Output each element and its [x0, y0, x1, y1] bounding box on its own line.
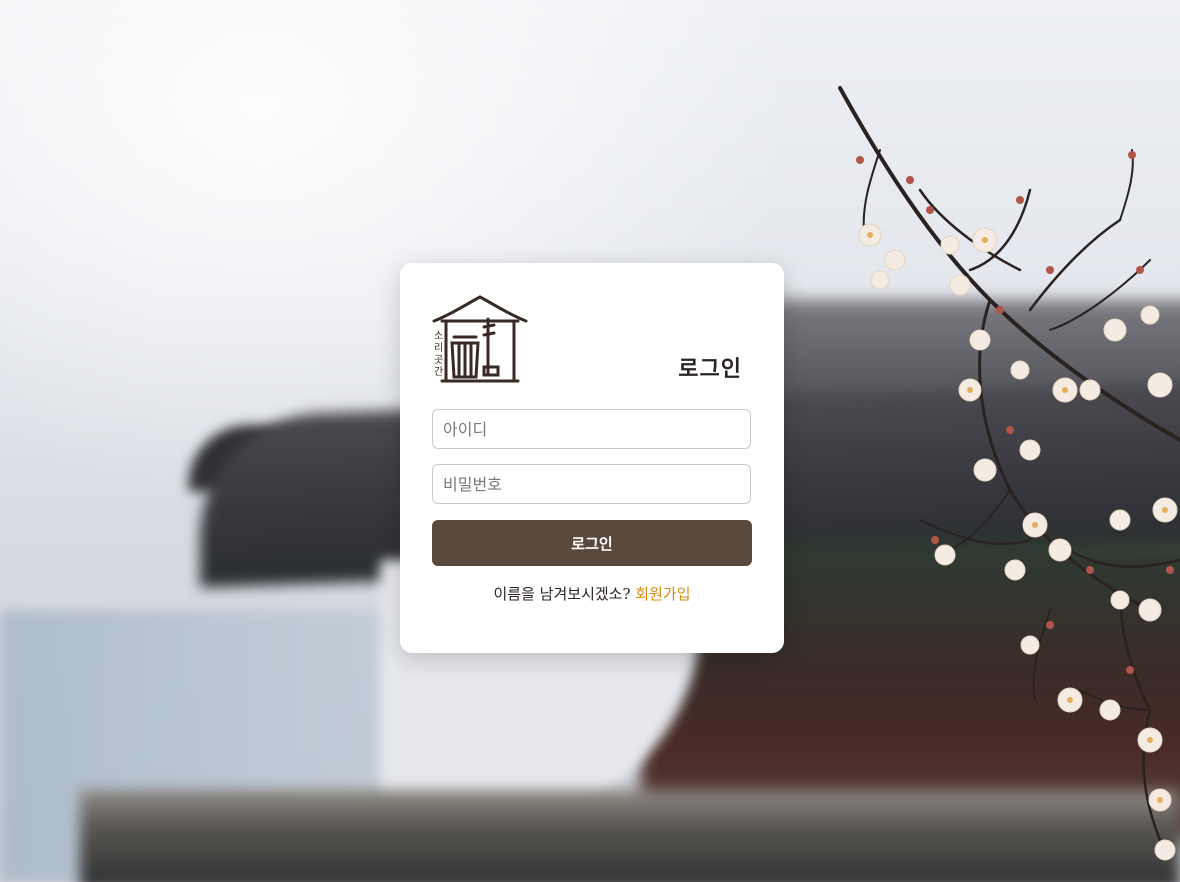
svg-text:리: 리 [434, 342, 443, 354]
login-card: 소 리 곳 간 로그인 로그인 이름을 남겨보시겠소? 회원가입 [400, 263, 784, 653]
plum-blossom-branch [838, 86, 1180, 861]
signup-prompt-row: 이름을 남겨보시겠소? 회원가입 [400, 583, 784, 604]
login-title: 로그인 [678, 356, 742, 382]
login-button[interactable]: 로그인 [432, 520, 752, 566]
svg-text:간: 간 [434, 366, 443, 378]
password-input[interactable] [432, 464, 751, 504]
svg-text:곳: 곳 [434, 354, 443, 366]
hanok-instrument-logo-icon: 소 리 곳 간 [432, 295, 528, 383]
logo: 소 리 곳 간 [430, 293, 530, 385]
logo-text: 소 [434, 330, 443, 342]
id-input[interactable] [432, 409, 751, 449]
signup-prompt: 이름을 남겨보시겠소? [493, 585, 631, 603]
signup-link[interactable]: 회원가입 [635, 585, 690, 603]
